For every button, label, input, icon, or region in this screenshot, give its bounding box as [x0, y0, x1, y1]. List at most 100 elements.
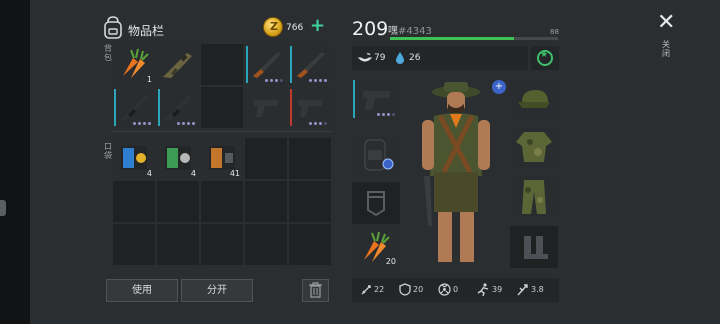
item-count: 4: [190, 169, 196, 178]
army-cap-icon: [518, 90, 550, 108]
equip-slot-food[interactable]: 20: [352, 226, 400, 268]
item-count: 1: [146, 75, 152, 84]
survival-stats: 79 26: [352, 46, 528, 70]
inventory-title: 物品栏: [128, 24, 165, 38]
camo-pants-icon: [522, 180, 546, 214]
quality-dots: [377, 113, 395, 116]
attack-icon: [361, 285, 371, 295]
pistol-icon: [254, 100, 278, 117]
upgrade-badge-icon[interactable]: +: [492, 80, 506, 94]
player-id: #4343: [398, 26, 432, 37]
equip-slot-weapon[interactable]: [352, 78, 400, 120]
coin-balance: 766: [286, 23, 304, 33]
item-count: 20: [385, 257, 396, 266]
inventory-slot-empty[interactable]: [245, 181, 287, 222]
equip-slot-head[interactable]: [510, 78, 558, 120]
inventory-slot[interactable]: [245, 44, 287, 85]
backpack-grid: 1: [113, 44, 331, 128]
inventory-slot[interactable]: [289, 44, 331, 85]
defense-value: 20: [413, 285, 424, 294]
star-icon: [537, 50, 553, 66]
stamina-value: 3.8: [531, 285, 544, 294]
defense-icon: [399, 283, 411, 296]
inventory-slot[interactable]: 41: [201, 138, 243, 179]
inventory-slot[interactable]: [157, 44, 199, 85]
inventory-slot-empty[interactable]: [201, 44, 243, 85]
boots-icon: [524, 236, 548, 259]
use-button[interactable]: 使用: [106, 279, 178, 302]
item-count: 41: [229, 169, 240, 178]
inventory-slot[interactable]: 1: [113, 44, 155, 85]
quality-dots: [133, 122, 151, 125]
inventory-slot-empty[interactable]: [201, 181, 243, 222]
split-button[interactable]: 分开: [181, 279, 253, 302]
xp-bar-fill: [390, 37, 515, 40]
xp-bar: [390, 37, 558, 40]
hunger-value: 79: [374, 53, 386, 63]
combat-stats: 22 20 0 39 3.8: [352, 278, 559, 302]
running-speed-icon: [477, 283, 489, 296]
inventory-slot[interactable]: [289, 87, 331, 128]
hunger-icon: [358, 53, 372, 62]
rarity-bar: [290, 46, 292, 83]
section-label-pockets: 口袋: [104, 142, 112, 160]
rarity-bar: [114, 89, 116, 126]
pocket-icon: [367, 191, 385, 217]
inventory-slot[interactable]: [245, 87, 287, 128]
section-divider: [112, 131, 331, 132]
attack-value: 22: [374, 285, 385, 294]
radiation-value: 0: [453, 285, 459, 294]
player-name-line: 嘿#4343: [388, 22, 432, 37]
inventory-slot-empty[interactable]: [157, 181, 199, 222]
equip-slot-backpack[interactable]: [352, 134, 400, 176]
rarity-bar: [353, 80, 355, 118]
inventory-slot[interactable]: 4: [157, 138, 199, 179]
close-label[interactable]: 关闭: [662, 40, 671, 58]
inventory-slot[interactable]: [113, 87, 155, 128]
discard-button[interactable]: [302, 279, 329, 302]
radiation-icon: [438, 283, 451, 296]
inventory-slot[interactable]: 4: [113, 138, 155, 179]
equip-slot-pocket[interactable]: [352, 182, 400, 224]
thirst-value: 26: [409, 53, 421, 63]
inventory-slot-empty[interactable]: [157, 224, 199, 265]
quality-dots: [265, 79, 283, 82]
pocket-grid: 4 4 41: [113, 138, 331, 265]
rarity-bar: [246, 46, 248, 83]
inventory-slot-empty[interactable]: [289, 181, 331, 222]
xp-cap: 88: [550, 28, 559, 36]
item-count: 4: [146, 169, 152, 178]
stamina-icon: [517, 284, 528, 296]
inventory-slot-empty[interactable]: [201, 87, 243, 128]
inventory-slot-empty[interactable]: [201, 224, 243, 265]
player-level: 209: [352, 18, 389, 40]
inventory-slot-empty[interactable]: [245, 138, 287, 179]
equip-slot-feet[interactable]: [510, 226, 558, 268]
rarity-bar: [290, 89, 292, 126]
water-drop-icon: [396, 52, 404, 64]
equip-slot-legs[interactable]: [510, 176, 558, 218]
skills-button[interactable]: [531, 46, 559, 70]
edge-handle: [0, 200, 6, 216]
assault-rifle-icon: [163, 53, 192, 78]
camo-jacket-icon: [516, 132, 552, 162]
close-icon[interactable]: ✕: [657, 12, 675, 34]
tactical-backpack-icon: [364, 139, 394, 171]
character-model: [404, 76, 508, 272]
add-coins-button[interactable]: +: [310, 17, 326, 35]
speed-value: 39: [492, 285, 503, 294]
player-name: 嘿: [388, 26, 398, 37]
inventory-slot-empty[interactable]: [289, 138, 331, 179]
quality-dots: [309, 79, 327, 82]
inventory-slot-empty[interactable]: [113, 224, 155, 265]
inventory-slot-empty[interactable]: [289, 224, 331, 265]
inventory-slot-empty[interactable]: [113, 181, 155, 222]
trash-icon: [309, 282, 322, 298]
inventory-slot-empty[interactable]: [245, 224, 287, 265]
equip-slot-body[interactable]: [510, 126, 558, 168]
quality-dots: [177, 122, 195, 125]
quality-dots: [309, 122, 327, 125]
backpack-icon: [104, 16, 122, 39]
inventory-slot[interactable]: [157, 87, 199, 128]
coin-icon: [263, 17, 283, 37]
